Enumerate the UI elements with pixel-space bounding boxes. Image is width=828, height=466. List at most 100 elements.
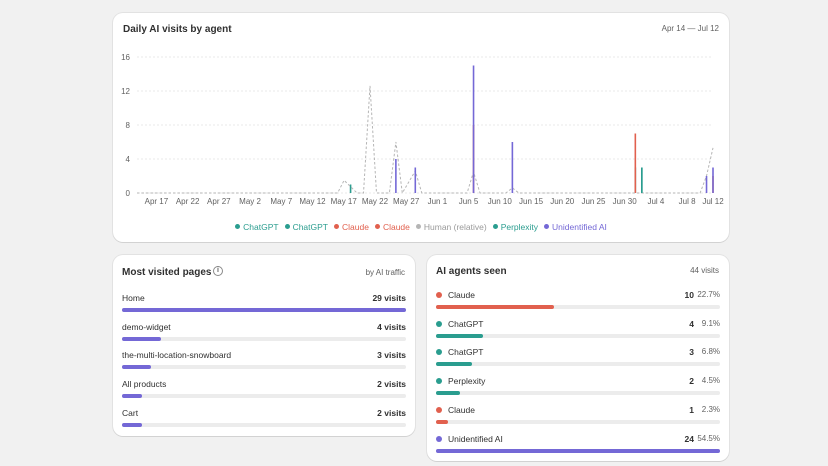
x-tick-label: Apr 27 xyxy=(207,197,231,206)
info-icon[interactable]: i xyxy=(213,266,223,276)
agent-row[interactable]: Unidentified AI 24 54.5% xyxy=(436,434,720,458)
x-tick-label: May 22 xyxy=(362,197,389,206)
page-progress-track xyxy=(122,422,406,427)
page-row[interactable]: demo-widget 4 visits xyxy=(122,322,406,346)
x-tick-label: Jun 15 xyxy=(519,197,544,206)
legend-dot-icon xyxy=(284,224,290,230)
agent-count: 3 xyxy=(689,347,694,358)
agent-row[interactable]: ChatGPT 4 9.1% xyxy=(436,319,720,343)
agent-count: 24 xyxy=(684,433,694,444)
x-tick-label: Jul 12 xyxy=(702,197,724,206)
legend-label: ChatGPT xyxy=(243,222,279,232)
agent-progress-fill xyxy=(436,305,555,309)
chart-card: Daily AI visits by agent Apr 14 — Jul 12… xyxy=(113,13,729,242)
legend-label: Human (relative) xyxy=(423,222,487,232)
agent-row[interactable]: ChatGPT 3 6.8% xyxy=(436,347,720,371)
agent-name: Unidentified AI xyxy=(448,433,503,444)
agent-count: 4 xyxy=(689,318,694,329)
agent-progress-fill xyxy=(436,391,460,396)
page-progress-fill xyxy=(122,422,142,427)
agent-progress-track xyxy=(436,305,720,309)
agent-progress-track xyxy=(436,391,720,396)
agent-progress-fill xyxy=(436,448,720,453)
page-progress-track xyxy=(122,308,406,312)
agent-progress-track xyxy=(436,333,720,338)
legend-label: Perplexity xyxy=(500,222,539,232)
page-progress-fill xyxy=(122,308,406,312)
y-tick-label: 4 xyxy=(126,155,131,164)
y-tick-label: 8 xyxy=(126,121,131,130)
pages-card-title: Most visited pages xyxy=(122,267,212,278)
agent-color-dot-icon xyxy=(436,292,442,298)
agent-percent: 9.1% xyxy=(701,318,720,328)
page-progress-fill xyxy=(122,394,142,399)
x-tick-label: Jun 10 xyxy=(488,197,513,206)
legend-item[interactable]: Human (relative) xyxy=(415,222,487,232)
agent-count: 2 xyxy=(689,376,694,387)
page-name: the-multi-location-snowboard xyxy=(122,350,232,361)
x-tick-label: Jul 8 xyxy=(679,197,696,206)
page-progress-track xyxy=(122,336,406,341)
page-progress-fill xyxy=(122,365,152,370)
legend-dot-icon xyxy=(374,224,380,230)
agent-name: Claude xyxy=(448,290,475,300)
x-tick-label: Apr 17 xyxy=(145,197,169,206)
page-progress-fill xyxy=(122,336,162,341)
x-tick-label: Jun 30 xyxy=(613,197,638,206)
x-tick-label: May 17 xyxy=(331,197,358,206)
legend-item[interactable]: ChatGPT xyxy=(284,222,328,232)
y-tick-label: 12 xyxy=(121,87,130,96)
x-tick-label: Jun 1 xyxy=(428,197,448,206)
x-tick-label: Jul 4 xyxy=(647,197,664,206)
legend-label: Claude xyxy=(342,222,369,232)
legend-label: ChatGPT xyxy=(292,222,328,232)
human-relative-series-line xyxy=(137,85,714,195)
x-tick-label: May 2 xyxy=(239,197,261,206)
agents-card-meta: 44 visits xyxy=(690,266,719,275)
agent-name: Claude xyxy=(448,404,475,415)
legend-item[interactable]: Claude xyxy=(374,222,410,232)
x-tick-label: Jun 25 xyxy=(581,197,606,206)
agent-color-dot-icon xyxy=(436,435,442,442)
y-tick-label: 0 xyxy=(126,189,131,198)
agent-percent: 54.5% xyxy=(697,433,720,443)
x-tick-label: May 7 xyxy=(270,197,292,206)
agent-percent: 2.3% xyxy=(701,404,720,414)
page-name: All products xyxy=(122,379,167,390)
agent-progress-fill xyxy=(436,419,448,424)
agent-percent: 4.5% xyxy=(701,376,720,386)
page-row[interactable]: All products 2 visits xyxy=(122,379,406,403)
legend-dot-icon xyxy=(415,224,421,230)
page-row[interactable]: Home 29 visits xyxy=(122,293,406,317)
agent-row[interactable]: Claude 1 2.3% xyxy=(436,405,720,429)
page-visits: 2 visits xyxy=(377,407,406,418)
agent-row[interactable]: Perplexity 2 4.5% xyxy=(436,376,720,400)
page-visits: 4 visits xyxy=(377,321,406,332)
page-progress-track xyxy=(122,365,406,370)
agent-percent: 6.8% xyxy=(701,347,720,357)
page-row[interactable]: Cart 2 visits xyxy=(122,408,406,432)
x-tick-label: Apr 22 xyxy=(176,197,200,206)
page-visits: 29 visits xyxy=(372,293,406,303)
agent-color-dot-icon xyxy=(436,406,442,413)
agent-percent: 22.7% xyxy=(697,290,720,299)
legend-dot-icon xyxy=(492,224,498,230)
page-progress-track xyxy=(122,394,406,399)
legend-item[interactable]: Perplexity xyxy=(492,222,539,232)
agent-name: ChatGPT xyxy=(448,347,484,358)
legend-label: Unidentified AI xyxy=(552,222,607,232)
agent-name: ChatGPT xyxy=(448,318,484,329)
page-name: Home xyxy=(122,293,145,303)
legend-item[interactable]: ChatGPT xyxy=(235,222,279,232)
legend-label: Claude xyxy=(382,222,410,232)
agent-count: 1 xyxy=(689,404,694,415)
daily-visits-chart: 0 4 8 12 16 Apr 17 Apr 22 Apr 27 May 2 May 7 May 1… xyxy=(121,53,724,206)
legend-item[interactable]: Claude xyxy=(334,222,369,232)
agent-name: Perplexity xyxy=(448,376,486,387)
page-row[interactable]: the-multi-location-snowboard 3 visits xyxy=(122,350,406,374)
page-name: demo-widget xyxy=(122,321,171,332)
agent-row[interactable]: Claude 10 22.7% xyxy=(436,290,720,314)
chart-legend: ChatGPT ChatGPT Claude Claude Human (relativ… xyxy=(113,222,729,232)
legend-item[interactable]: Unidentified AI xyxy=(544,222,607,232)
page-name: Cart xyxy=(122,407,139,418)
